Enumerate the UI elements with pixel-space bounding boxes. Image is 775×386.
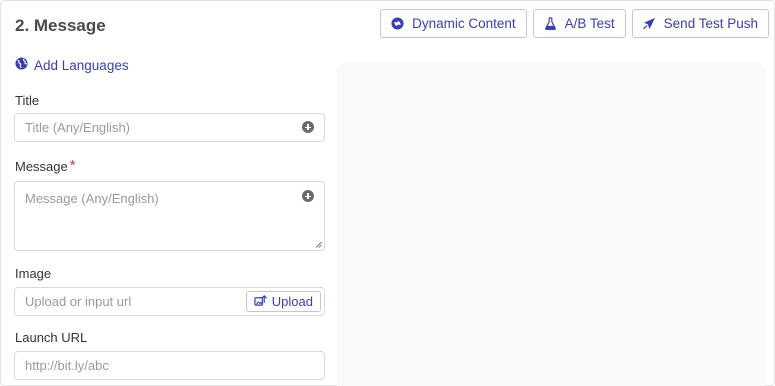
upload-label: Upload [271,294,313,309]
message-label: Message * [15,157,76,176]
title-label: Title [15,93,40,108]
title-input[interactable] [15,114,324,141]
image-url-input[interactable] [15,288,245,315]
resize-handle-icon[interactable] [315,241,322,248]
launch-url-field-wrapper [14,351,325,380]
image-field-wrapper: Upload [14,287,325,316]
preview-panel [337,63,765,386]
send-test-push-button[interactable]: Send Test Push [631,9,769,38]
image-label: Image [15,266,52,281]
upload-button[interactable]: Upload [245,291,321,312]
add-languages-label: Add Languages [34,57,129,73]
send-icon [642,17,656,30]
required-asterisk: * [69,157,76,174]
message-textarea[interactable] [15,182,324,250]
ab-test-button[interactable]: A/B Test [532,9,626,38]
send-test-push-label: Send Test Push [663,16,758,31]
message-section: 2. Message Dynamic Content A/B Test Send… [0,0,775,386]
dynamic-content-button[interactable]: Dynamic Content [380,9,527,38]
launch-url-label: Launch URL [15,330,88,345]
dynamic-content-icon [391,17,404,30]
message-actions-toolbar: Dynamic Content A/B Test Send Test Push [380,9,769,38]
flask-icon [544,17,557,30]
add-languages-link[interactable]: Add Languages [15,57,129,73]
globe-icon [15,57,28,73]
message-field-wrapper [14,181,325,251]
dynamic-content-label: Dynamic Content [412,16,516,31]
message-label-text: Message [15,159,68,174]
plus-circle-icon[interactable] [302,121,314,133]
title-field-wrapper [14,113,325,142]
section-title: 2. Message [15,16,106,35]
plus-circle-icon[interactable] [302,190,314,202]
upload-image-icon [254,294,267,310]
ab-test-label: A/B Test [564,16,615,31]
launch-url-input[interactable] [15,352,324,379]
